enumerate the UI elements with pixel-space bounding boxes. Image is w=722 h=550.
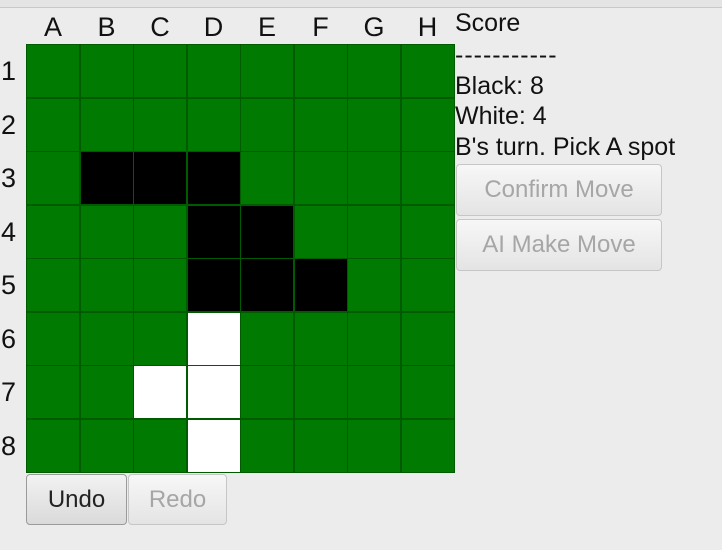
column-label: A <box>43 12 62 42</box>
undo-button[interactable]: Undo <box>26 474 127 525</box>
black-piece-cell[interactable] <box>186 151 241 205</box>
empty-cell[interactable] <box>240 97 294 152</box>
column-label: E <box>257 12 276 42</box>
empty-cell[interactable] <box>26 365 80 419</box>
empty-cell[interactable] <box>293 365 348 419</box>
black-piece-cell[interactable] <box>133 151 187 205</box>
row-label: 4 <box>1 216 17 247</box>
empty-cell[interactable] <box>400 151 455 205</box>
empty-cell[interactable] <box>79 258 134 312</box>
empty-cell[interactable] <box>186 97 241 152</box>
othello-window: A B C D E F G H 1 2 3 4 5 6 7 8 Score ----------- Blac… <box>0 0 722 550</box>
empty-cell[interactable] <box>133 97 187 152</box>
empty-cell[interactable] <box>133 258 187 312</box>
black-piece-cell[interactable] <box>186 258 241 312</box>
row-label: 1 <box>1 56 17 86</box>
row-label: 6 <box>1 323 17 354</box>
empty-cell[interactable] <box>26 44 80 98</box>
empty-cell[interactable] <box>400 311 455 366</box>
empty-cell[interactable] <box>79 365 134 419</box>
redo-button[interactable]: Redo <box>128 474 227 525</box>
score-heading: Score <box>455 9 521 37</box>
empty-cell[interactable] <box>347 365 401 419</box>
black-score: Black: 8 <box>455 72 544 100</box>
empty-cell[interactable] <box>186 44 241 98</box>
black-piece-cell[interactable] <box>240 258 294 312</box>
empty-cell[interactable] <box>26 258 80 312</box>
confirm-move-button[interactable]: Confirm Move <box>456 164 662 216</box>
column-label: B <box>97 12 116 42</box>
empty-cell[interactable] <box>347 204 401 259</box>
empty-cell[interactable] <box>79 311 134 366</box>
column-label: C <box>150 12 170 42</box>
empty-cell[interactable] <box>240 311 294 366</box>
column-label: F <box>312 12 329 42</box>
empty-cell[interactable] <box>293 97 348 152</box>
empty-cell[interactable] <box>26 97 80 152</box>
empty-cell[interactable] <box>347 97 401 152</box>
window-top-strip <box>0 0 722 8</box>
row-label: 2 <box>1 109 17 140</box>
white-score: White: 4 <box>455 102 547 130</box>
white-piece-cell[interactable] <box>186 365 241 419</box>
column-label: G <box>363 12 385 42</box>
empty-cell[interactable] <box>240 44 294 98</box>
empty-cell[interactable] <box>79 418 134 473</box>
empty-cell[interactable] <box>26 151 80 205</box>
black-piece-cell[interactable] <box>240 204 294 259</box>
black-piece-cell[interactable] <box>186 204 241 259</box>
empty-cell[interactable] <box>293 204 348 259</box>
empty-cell[interactable] <box>347 418 401 473</box>
empty-cell[interactable] <box>79 44 134 98</box>
white-piece-cell[interactable] <box>133 365 187 419</box>
empty-cell[interactable] <box>26 418 80 473</box>
row-label: 8 <box>1 430 17 461</box>
column-label: H <box>417 12 438 42</box>
empty-cell[interactable] <box>347 44 401 98</box>
empty-cell[interactable] <box>26 204 80 259</box>
black-piece-cell[interactable] <box>79 151 134 205</box>
empty-cell[interactable] <box>347 151 401 205</box>
ai-make-move-button[interactable]: AI Make Move <box>456 219 662 271</box>
empty-cell[interactable] <box>133 204 187 259</box>
empty-cell[interactable] <box>240 418 294 473</box>
empty-cell[interactable] <box>400 97 455 152</box>
white-piece-cell[interactable] <box>186 311 241 366</box>
empty-cell[interactable] <box>133 418 187 473</box>
empty-cell[interactable] <box>400 418 455 473</box>
empty-cell[interactable] <box>400 44 455 98</box>
row-label: 5 <box>1 270 17 300</box>
empty-cell[interactable] <box>133 311 187 366</box>
column-label: D <box>203 12 224 42</box>
empty-cell[interactable] <box>400 204 455 259</box>
empty-cell[interactable] <box>347 258 401 312</box>
empty-cell[interactable] <box>240 365 294 419</box>
white-piece-cell[interactable] <box>186 418 241 473</box>
game-board[interactable] <box>26 44 455 473</box>
score-divider: ----------- <box>455 41 558 69</box>
empty-cell[interactable] <box>293 151 348 205</box>
empty-cell[interactable] <box>400 365 455 419</box>
empty-cell[interactable] <box>26 311 80 366</box>
empty-cell[interactable] <box>240 151 294 205</box>
empty-cell[interactable] <box>293 44 348 98</box>
empty-cell[interactable] <box>400 258 455 312</box>
empty-cell[interactable] <box>293 311 348 366</box>
turn-status: B's turn. Pick A spot <box>455 133 676 161</box>
empty-cell[interactable] <box>293 418 348 473</box>
row-label: 7 <box>1 377 17 407</box>
row-label: 3 <box>1 163 17 193</box>
black-piece-cell[interactable] <box>293 258 348 312</box>
empty-cell[interactable] <box>133 44 187 98</box>
empty-cell[interactable] <box>79 204 134 259</box>
empty-cell[interactable] <box>347 311 401 366</box>
empty-cell[interactable] <box>79 97 134 152</box>
